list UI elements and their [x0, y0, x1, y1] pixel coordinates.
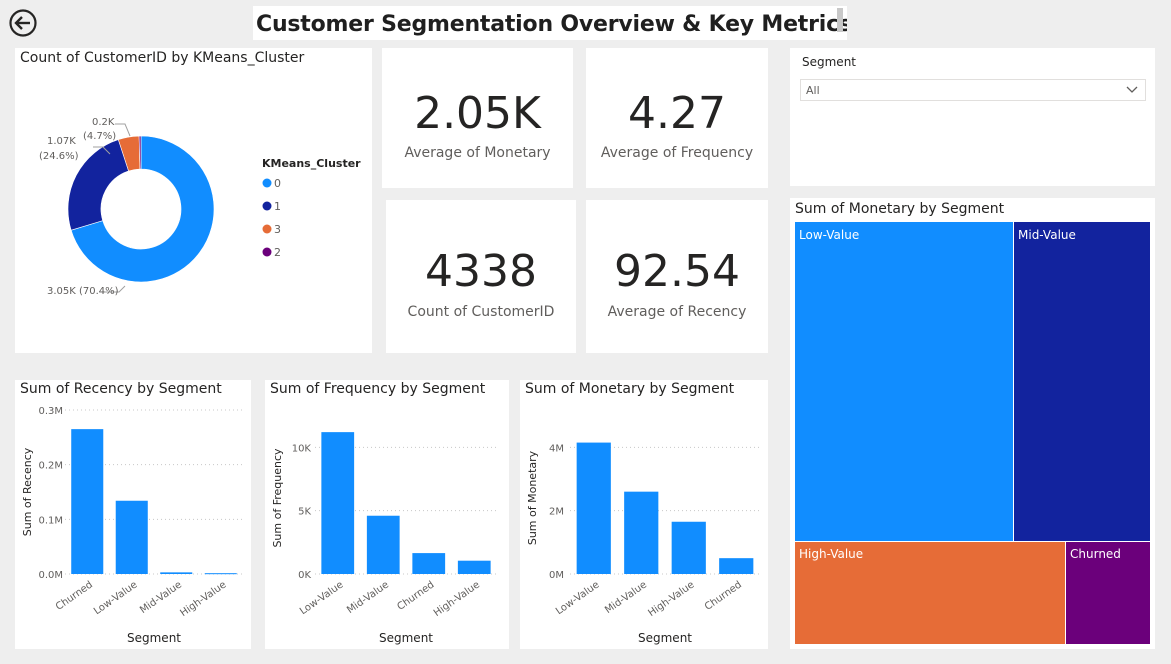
dropdown-value: All	[806, 84, 820, 97]
x-tick-label: Churned	[703, 579, 744, 612]
x-axis-title: Segment	[379, 631, 433, 645]
x-tick-label: High-Value	[646, 579, 696, 619]
y-axis-title: Sum of Frequency	[271, 448, 284, 548]
treemap-tile-churned[interactable]: Churned	[1066, 542, 1150, 644]
y-tick-label: 0M	[549, 570, 564, 581]
legend-item-2[interactable]: 2	[262, 246, 282, 259]
treemap-tile-low-value[interactable]: Low-Value	[795, 222, 1013, 541]
data-label-c0: 3.05K (70.4%)	[47, 286, 119, 297]
y-axis-title: Sum of Monetary	[526, 450, 539, 545]
recency-bar-card: Sum of Recency by Segment 0.0M 0.1M 0.2M 0.…	[15, 380, 251, 649]
x-tick-label: Churned	[395, 579, 436, 612]
legend-item-1[interactable]: 1	[262, 200, 282, 213]
kpi-value-avg-monetary: 2.05K	[414, 88, 541, 139]
monetary-bar-chart: 0M 2M 4M Low-Value Mid-ValueHigh-Value Churne…	[526, 442, 760, 645]
treemap-tile-mid-value[interactable]: Mid-Value	[1014, 222, 1150, 541]
y-axis-title: Sum of Recency	[21, 447, 34, 536]
x-tick-label: High-Value	[432, 579, 482, 619]
page-title: Customer Segmentation Overview & Key Met…	[256, 12, 847, 37]
legend-label-2: 2	[274, 246, 281, 259]
legend-swatch-1	[262, 201, 272, 211]
bar-mid-value[interactable]	[366, 515, 400, 574]
y-tick-label: 0.1M	[38, 515, 63, 526]
legend-label-0: 0	[274, 177, 281, 190]
x-tick-label: Mid-Value	[138, 579, 184, 616]
bar-high-value[interactable]	[204, 573, 237, 575]
title-scrollbar[interactable]	[837, 8, 843, 32]
back-arrow-icon[interactable]	[8, 8, 38, 38]
x-tick-label: Low-Value	[92, 579, 139, 617]
kpi-label-avg-frequency: Average of Frequency	[600, 145, 754, 161]
frequency-bar-chart: 0K 5K 10K Low-Value Mid-Value ChurnedHigh-Val…	[271, 432, 497, 645]
treemap-tile-high-value[interactable]: High-Value	[795, 542, 1065, 644]
treemap-card: Sum of Monetary by Segment Low-Value Mid…	[790, 198, 1155, 649]
legend-swatch-3	[262, 224, 272, 234]
y-tick-label: 4M	[549, 443, 564, 454]
page-title-box: Customer Segmentation Overview & Key Met…	[253, 6, 847, 40]
treemap-label-mid-value: Mid-Value	[1018, 228, 1076, 242]
legend-swatch-0	[262, 178, 272, 188]
segment-dropdown[interactable]: All	[800, 79, 1146, 101]
y-tick-label: 0.2M	[38, 461, 63, 472]
treemap-title: Sum of Monetary by Segment	[795, 201, 1005, 217]
bar-churned[interactable]	[71, 429, 104, 574]
bar-churned[interactable]	[412, 553, 446, 574]
x-axis-title: Segment	[638, 631, 692, 645]
legend-label-1: 1	[274, 200, 281, 213]
monetary-bar-card: Sum of Monetary by Segment 0M 2M 4M Low-Val…	[520, 380, 768, 649]
treemap-label-high-value: High-Value	[799, 547, 864, 561]
legend-item-3[interactable]: 3	[262, 223, 282, 236]
data-label-c1-pct: (24.6%)	[39, 151, 79, 162]
kpi-card-avg-frequency: 4.27 Average of Frequency	[586, 48, 768, 188]
bar-high-value[interactable]	[457, 560, 491, 574]
bar-low-value[interactable]	[321, 432, 355, 574]
segment-slicer: Segment All	[790, 48, 1155, 186]
x-tick-label: Low-Value	[298, 579, 345, 617]
x-tick-label: Low-Value	[554, 579, 601, 617]
legend-label-3: 3	[274, 223, 281, 236]
kpi-label-avg-recency: Average of Recency	[607, 304, 747, 320]
kpi-value-count-customer: 4338	[425, 246, 537, 297]
x-tick-label: Mid-Value	[345, 579, 391, 616]
chevron-down-icon	[1126, 86, 1138, 93]
x-tick-label: Mid-Value	[603, 579, 649, 616]
x-tick-label: High-Value	[178, 579, 228, 619]
y-tick-label: 5K	[298, 507, 311, 518]
legend-title: KMeans_Cluster	[262, 157, 361, 170]
data-label-c1-value: 1.07K	[47, 136, 76, 147]
bar-low-value[interactable]	[576, 442, 611, 574]
kpi-value-avg-recency: 92.54	[614, 246, 740, 297]
data-label-c3-pct: (4.7%)	[83, 131, 116, 142]
y-tick-label: 0.3M	[38, 406, 63, 417]
y-tick-label: 0.0M	[38, 570, 63, 581]
y-tick-label: 10K	[292, 443, 312, 454]
bar-low-value[interactable]	[115, 500, 148, 574]
kpi-card-count-customer: 4338 Count of CustomerID	[386, 200, 576, 353]
kpi-label-avg-monetary: Average of Monetary	[404, 145, 551, 161]
kpi-value-avg-frequency: 4.27	[628, 88, 726, 139]
bar-mid-value[interactable]	[624, 491, 659, 574]
x-axis-title: Segment	[127, 631, 181, 645]
x-tick-label: Churned	[54, 579, 95, 612]
kpi-card-avg-recency: 92.54 Average of Recency	[586, 200, 768, 353]
kpi-card-avg-monetary: 2.05K Average of Monetary	[382, 48, 573, 188]
y-tick-label: 2M	[549, 507, 564, 518]
bar-mid-value[interactable]	[160, 572, 193, 574]
treemap-label-low-value: Low-Value	[799, 228, 860, 242]
treemap-label-churned: Churned	[1070, 547, 1121, 561]
slicer-label: Segment	[802, 55, 856, 69]
bar-churned[interactable]	[719, 558, 754, 574]
donut-card: Count of CustomerID by KMeans_Cluster 3.…	[15, 48, 372, 353]
leader-line-c3	[115, 123, 131, 137]
frequency-bar-card: Sum of Frequency by Segment 0K 5K 10K Low-V…	[265, 380, 509, 649]
bar-high-value[interactable]	[671, 521, 706, 574]
legend-swatch-2	[262, 247, 272, 257]
donut-chart: 3.05K (70.4%) 1.07K (24.6%) 0.2K (4.7%) …	[39, 117, 361, 297]
recency-bar-chart: 0.0M 0.1M 0.2M 0.3M ChurnedLow-ValueMid-Valu…	[21, 406, 243, 645]
kpi-label-count-customer: Count of CustomerID	[407, 304, 555, 320]
y-tick-label: 0K	[298, 570, 311, 581]
data-label-c3-value: 0.2K	[92, 117, 115, 128]
legend-item-0[interactable]: 0	[262, 177, 282, 190]
